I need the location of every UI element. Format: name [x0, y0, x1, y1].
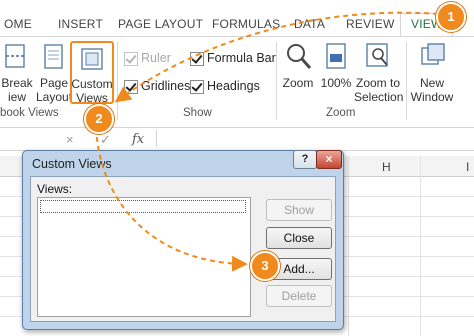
callout-badge-1: 1 [436, 2, 466, 32]
callout-badge-3: 3 [250, 251, 280, 281]
callout-arrows [95, 11, 439, 272]
arrow-2-to-add [95, 127, 248, 272]
arrow-1-to-custom-views [114, 11, 439, 103]
callout-badge-2: 2 [84, 104, 114, 134]
